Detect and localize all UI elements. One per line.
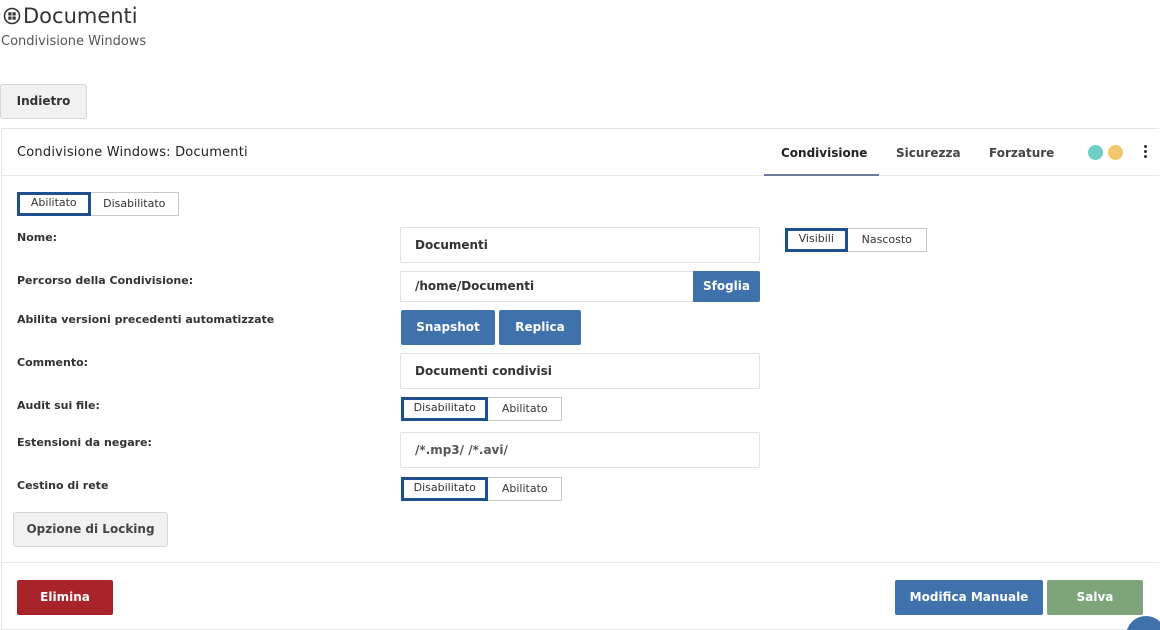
- replica-button[interactable]: Replica: [499, 310, 581, 345]
- save-button[interactable]: Salva: [1047, 580, 1143, 615]
- title-row: Documenti: [0, 4, 146, 28]
- footer-divider: [1, 562, 1159, 563]
- windows-share-icon: [3, 7, 21, 25]
- status-dot-teal: [1088, 145, 1103, 160]
- comment-input[interactable]: Documenti condivisi: [400, 353, 760, 389]
- recycle-toggle-disabilitato[interactable]: Disabilitato: [401, 477, 489, 501]
- recycle-bin-toggle: Disabilitato Abilitato: [401, 477, 562, 501]
- enable-toggle-disabilitato[interactable]: Disabilitato: [91, 193, 178, 215]
- audit-toggle: Disabilitato Abilitato: [401, 397, 562, 421]
- tab-condivisione[interactable]: Condivisione: [781, 146, 867, 160]
- comment-label: Commento:: [17, 356, 89, 369]
- snapshot-button[interactable]: Snapshot: [401, 310, 495, 345]
- page-subtitle: Condivisione Windows: [1, 34, 147, 49]
- versions-label: Abilita versioni precedenti automatizzat…: [17, 313, 275, 326]
- tab-forzature[interactable]: Forzature: [989, 146, 1054, 160]
- locking-option-button[interactable]: Opzione di Locking: [13, 512, 168, 547]
- visibility-toggle: Visibili Nascosto: [785, 228, 927, 252]
- tab-sicurezza[interactable]: Sicurezza: [896, 146, 961, 160]
- audit-label: Audit sui file:: [17, 399, 100, 412]
- name-label: Nome:: [17, 231, 58, 244]
- visibility-toggle-nascosto[interactable]: Nascosto: [848, 229, 926, 251]
- panel-title: Condivisione Windows: Documenti: [17, 145, 248, 160]
- delete-button[interactable]: Elimina: [17, 580, 113, 615]
- path-label: Percorso della Condivisione:: [17, 274, 194, 287]
- back-button[interactable]: Indietro: [0, 84, 87, 119]
- audit-toggle-disabilitato[interactable]: Disabilitato: [401, 397, 489, 421]
- recycle-bin-label: Cestino di rete: [17, 479, 109, 492]
- enable-toggle: Abilitato Disabilitato: [17, 192, 179, 216]
- status-dot-yellow: [1108, 145, 1123, 160]
- page-title: Documenti: [23, 4, 138, 28]
- visibility-toggle-visibili[interactable]: Visibili: [785, 228, 848, 252]
- name-input[interactable]: Documenti: [400, 227, 760, 263]
- panel-header: Condivisione Windows: Documenti Condivis…: [2, 129, 1159, 176]
- active-tab-indicator: [764, 174, 879, 176]
- browse-button[interactable]: Sfoglia: [693, 271, 760, 302]
- extensions-label: Estensioni da negare:: [17, 436, 152, 449]
- recycle-toggle-abilitato[interactable]: Abilitato: [488, 478, 561, 500]
- page-header: Documenti Condivisione Windows: [0, 4, 146, 49]
- extensions-input[interactable]: /*.mp3/ /*.avi/: [400, 432, 760, 468]
- kebab-menu-icon[interactable]: [1140, 143, 1150, 163]
- audit-toggle-abilitato[interactable]: Abilitato: [488, 398, 561, 420]
- path-input[interactable]: /home/Documenti: [400, 271, 694, 302]
- enable-toggle-abilitato[interactable]: Abilitato: [17, 192, 91, 216]
- manual-edit-button[interactable]: Modifica Manuale: [895, 580, 1043, 615]
